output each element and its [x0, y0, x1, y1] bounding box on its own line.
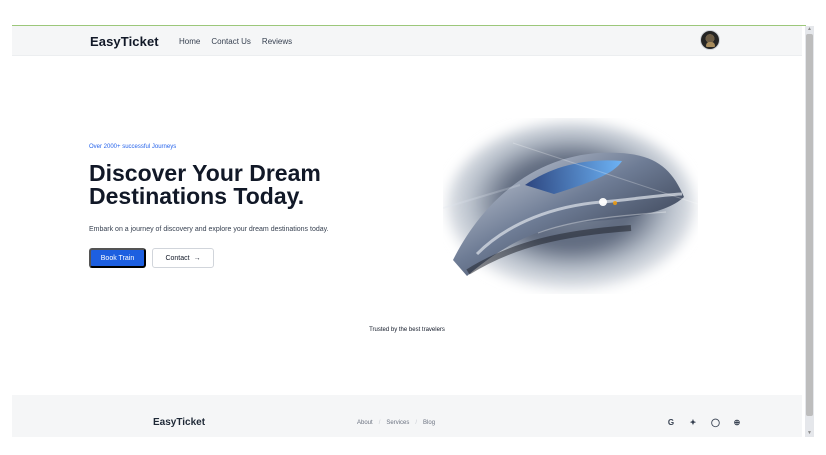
trusted-text: Trusted by the best travelers	[369, 327, 445, 333]
hero-eyebrow: Over 2000+ successful Journeys	[89, 144, 177, 150]
contact-button[interactable]: Contact →	[152, 248, 214, 268]
book-train-button[interactable]: Book Train	[89, 248, 146, 268]
contact-button-label: Contact	[165, 254, 190, 262]
hero-title: Discover Your Dream Destinations Today.	[89, 162, 399, 208]
footer-link-blog[interactable]: Blog	[423, 420, 435, 426]
hero-subtitle: Embark on a journey of discovery and exp…	[89, 226, 329, 233]
train-hero-image	[443, 122, 698, 290]
user-avatar[interactable]	[700, 30, 720, 50]
footer-navigation: About / Services / Blog	[357, 420, 435, 426]
top-navbar: EasyTicket Home Contact Us Reviews	[12, 26, 802, 56]
hero-title-line-2: Destinations Today.	[89, 183, 305, 209]
main-navigation: Home Contact Us Reviews	[179, 37, 292, 46]
browser-viewport: EasyTicket Home Contact Us Reviews Over …	[0, 0, 826, 455]
web-icon[interactable]: ⊕	[733, 418, 741, 427]
brand-logo[interactable]: EasyTicket	[90, 34, 159, 49]
google-icon[interactable]: G	[667, 418, 675, 427]
footer-separator: /	[415, 420, 418, 426]
page-footer: EasyTicket About / Services / Blog G ✦ ◯…	[12, 395, 802, 437]
footer-link-about[interactable]: About	[357, 420, 373, 426]
footer-separator: /	[378, 420, 381, 426]
twitter-icon[interactable]: ✦	[689, 418, 697, 427]
scroll-down-icon[interactable]: ▼	[807, 431, 812, 436]
scrollbar-thumb[interactable]	[806, 34, 813, 416]
arrow-right-icon: →	[193, 254, 201, 262]
nav-contact-us[interactable]: Contact Us	[211, 37, 251, 46]
footer-brand[interactable]: EasyTicket	[153, 417, 205, 428]
nav-home[interactable]: Home	[179, 37, 200, 46]
social-links: G ✦ ◯ ⊕	[667, 418, 741, 427]
nav-reviews[interactable]: Reviews	[262, 37, 292, 46]
github-icon[interactable]: ◯	[711, 418, 720, 427]
scroll-up-icon[interactable]: ▲	[807, 27, 812, 32]
footer-link-services[interactable]: Services	[386, 420, 409, 426]
page-scrollbar[interactable]: ▲ ▼	[805, 26, 814, 437]
